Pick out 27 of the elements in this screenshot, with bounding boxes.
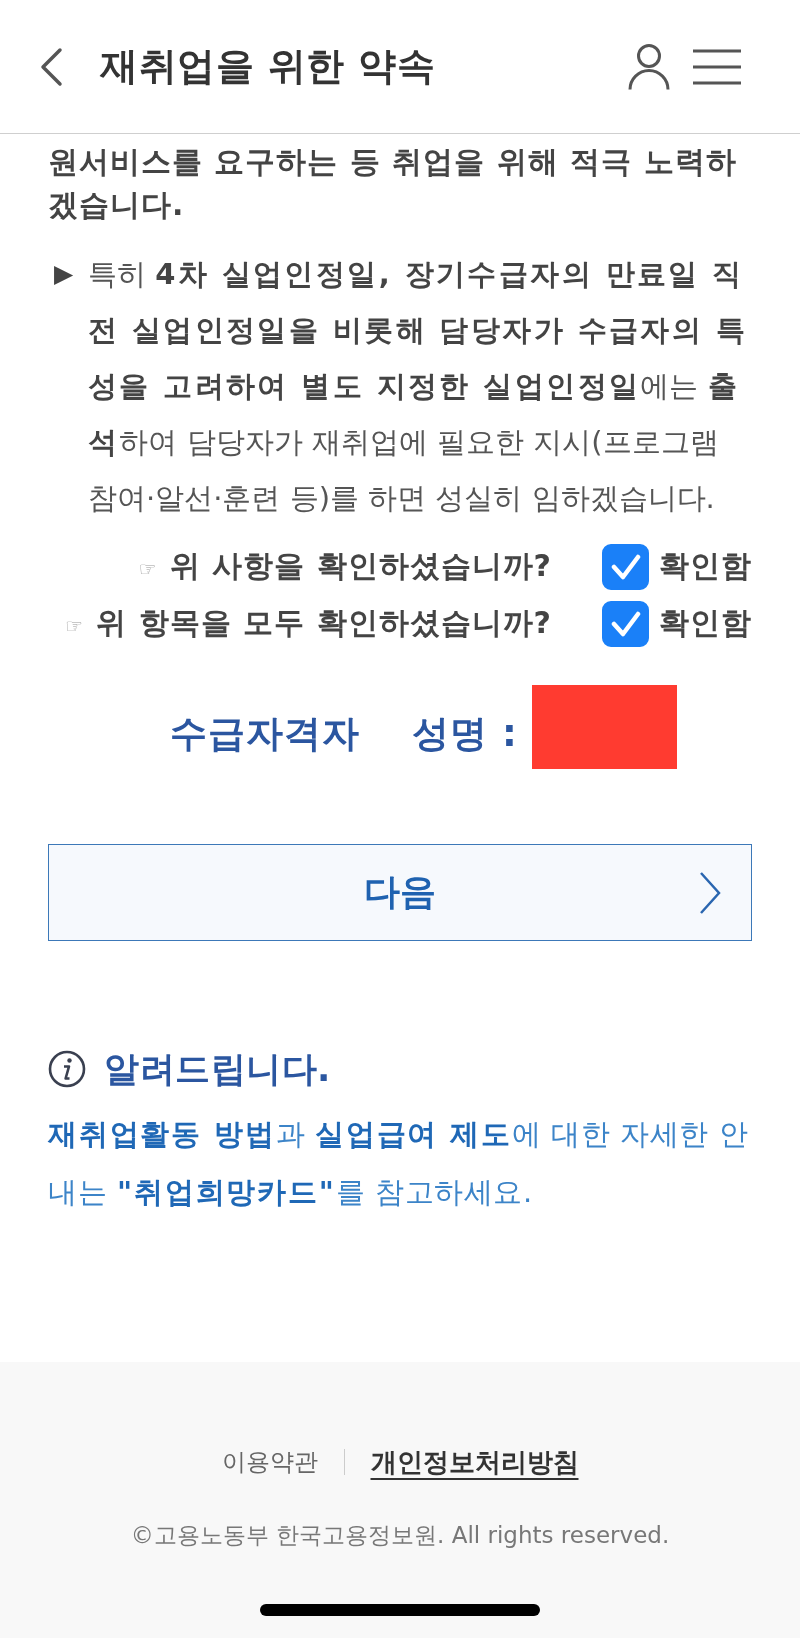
- notice-text: 재취업활동 방법과 실업급여 제도에 대한 자세한 안내는 "취업희망카드"를 참고하세요.: [48, 1116, 750, 1211]
- checkbox-label: 확인함: [659, 604, 752, 642]
- next-button[interactable]: 다음: [48, 844, 752, 941]
- back-icon[interactable]: [38, 46, 64, 87]
- pointing-hand-icon: ☞: [65, 614, 85, 638]
- name-label: 성명 :: [412, 711, 518, 757]
- footer-link[interactable]: 이용약관: [221, 1446, 318, 1478]
- confirm-question: 위 항목을 모두 확인하셨습니까?: [96, 605, 552, 640]
- checkmark-icon: [610, 610, 641, 637]
- chevron-right-icon: [699, 870, 721, 915]
- recipient-title: 수급자격자: [170, 711, 360, 757]
- info-icon: [48, 1050, 86, 1088]
- footer-link[interactable]: 개인정보처리방침: [370, 1444, 579, 1480]
- page-title: 재취업을 위한 약속: [100, 43, 437, 90]
- checkmark-icon: [610, 553, 641, 580]
- menu-icon[interactable]: [693, 48, 741, 85]
- pledge-text: 특히 4차 실업인정일, 장기수급자의 만료일 직전 실업인정일을 비롯해 담당자가 수급자의 특성을 고려하여 별도 지정한 실업인정일에는 출석하여 담당자가 재취업에 필요한 지시(프로그램 참여·알선·훈련 등)를 하면 성실히 임하겠습니다.: [88, 256, 749, 517]
- copyright-text: ©고용노동부 한국고용정보원. All rights reserved.: [130, 1521, 670, 1550]
- triangle-bullet-icon: ▶: [54, 246, 88, 526]
- pledge-text: 원서비스를 요구하는 등 취업을 위해 적극 노력하겠습니다.: [48, 143, 738, 224]
- checkbox-label: 확인함: [659, 547, 752, 585]
- checkbox[interactable]: [602, 543, 649, 590]
- pointing-hand-icon: ☞: [138, 557, 158, 581]
- confirm-question: 위 사항을 확인하셨습니까?: [169, 548, 552, 583]
- checkbox[interactable]: [602, 600, 649, 647]
- notice-title: 알려드립니다.: [104, 1049, 331, 1089]
- person-icon[interactable]: [627, 42, 671, 91]
